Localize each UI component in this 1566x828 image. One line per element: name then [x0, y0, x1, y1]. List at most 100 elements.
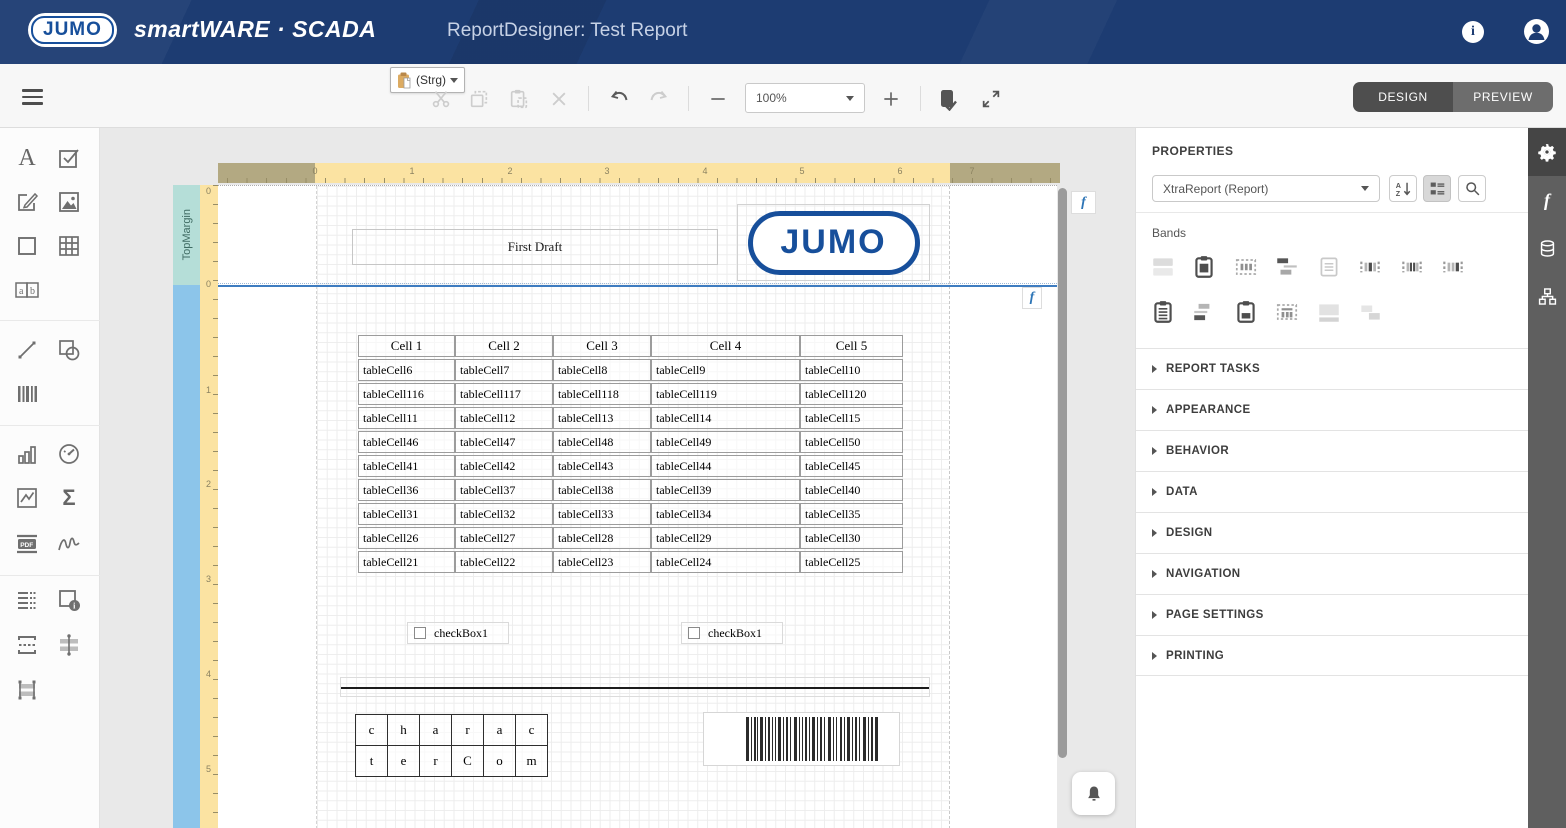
delete-button[interactable] — [546, 86, 572, 112]
table-cell[interactable]: tableCell8 — [553, 359, 651, 381]
table-cell[interactable]: tableCell117 — [455, 383, 553, 405]
field-list-tab[interactable] — [1528, 224, 1566, 272]
pdf-content-tool[interactable]: PDF — [13, 530, 41, 558]
paste-button[interactable] — [506, 86, 532, 112]
band-icon-bottom-margin[interactable] — [1315, 298, 1342, 325]
table-cell[interactable]: tableCell41 — [358, 455, 455, 477]
comb-cell[interactable]: C — [452, 746, 484, 777]
table-header-cell[interactable]: Cell 3 — [553, 335, 651, 357]
checkbox-tool[interactable] — [55, 144, 83, 172]
table-cell[interactable]: tableCell49 — [651, 431, 800, 453]
notifications-button[interactable] — [1072, 772, 1115, 815]
band-icon-detail-report-bands[interactable] — [1398, 253, 1425, 280]
section-appearance[interactable]: APPEARANCE — [1136, 389, 1529, 430]
zoom-out-button[interactable] — [705, 86, 731, 112]
comb-cell[interactable]: a — [484, 715, 516, 746]
band-icon-sub-bands[interactable] — [1273, 298, 1300, 325]
report-page[interactable]: First Draft JUMO Cell 1 Cell 2 Cell 3 Ce… — [218, 185, 1057, 828]
table-cell[interactable]: tableCell6 — [358, 359, 455, 381]
table-cell[interactable]: tableCell116 — [358, 383, 455, 405]
band-icon-detail-report-alt[interactable] — [1439, 253, 1466, 280]
table-cell[interactable]: tableCell36 — [358, 479, 455, 501]
table-cell[interactable]: tableCell119 — [651, 383, 800, 405]
checkbox-control-left[interactable]: checkBox1 — [407, 622, 509, 644]
table-cell[interactable]: tableCell40 — [800, 479, 903, 501]
table-cell[interactable]: tableCell31 — [358, 503, 455, 525]
search-button[interactable] — [1458, 175, 1486, 202]
table-cell[interactable]: tableCell34 — [651, 503, 800, 525]
preview-tab[interactable]: PREVIEW — [1453, 82, 1553, 112]
design-tab[interactable]: DESIGN — [1353, 82, 1453, 112]
band-icon-group-header[interactable] — [1232, 253, 1259, 280]
band-icon-group-bands[interactable] — [1273, 253, 1300, 280]
table-cell[interactable]: tableCell11 — [358, 407, 455, 429]
report-structure-tab[interactable] — [1528, 272, 1566, 320]
line-tool[interactable] — [13, 336, 41, 364]
comb-cell[interactable]: a — [420, 715, 452, 746]
table-header-cell[interactable]: Cell 2 — [455, 335, 553, 357]
table-cell[interactable]: tableCell46 — [358, 431, 455, 453]
band-icon-page-footer[interactable] — [1232, 298, 1259, 325]
table-cell[interactable]: tableCell28 — [553, 527, 651, 549]
section-navigation[interactable]: NAVIGATION — [1136, 553, 1529, 594]
table-cell[interactable]: tableCell22 — [455, 551, 553, 573]
expression-badge-top[interactable]: f — [1071, 191, 1096, 214]
page-break-tool[interactable] — [13, 631, 41, 659]
report-logo-picture[interactable]: JUMO — [737, 204, 930, 281]
table-cell[interactable]: tableCell23 — [553, 551, 651, 573]
report-title-label[interactable]: First Draft — [352, 229, 718, 265]
table-cell[interactable]: tableCell33 — [553, 503, 651, 525]
zoom-select[interactable]: 100% — [745, 83, 865, 113]
chart-tool[interactable] — [13, 440, 41, 468]
character-comb-control[interactable]: charac terCom — [355, 714, 548, 777]
page-info-tool[interactable]: i — [55, 586, 83, 614]
table-cell[interactable]: tableCell9 — [651, 359, 800, 381]
table-header-cell[interactable]: Cell 5 — [800, 335, 903, 357]
report-table[interactable]: Cell 1 Cell 2 Cell 3 Cell 4 Cell 5 table… — [358, 333, 903, 575]
table-cell[interactable]: tableCell39 — [651, 479, 800, 501]
table-cell[interactable]: tableCell27 — [455, 527, 553, 549]
band-divider-line[interactable] — [218, 285, 1057, 287]
table-cell[interactable]: tableCell30 — [800, 527, 903, 549]
signature-tool[interactable] — [55, 530, 83, 558]
redo-button[interactable] — [645, 86, 671, 112]
band-icon-detail-report[interactable] — [1356, 253, 1383, 280]
info-icon[interactable]: i — [1462, 21, 1484, 43]
sort-az-button[interactable]: A Z — [1389, 175, 1417, 202]
band-icon-report-header[interactable] — [1190, 253, 1217, 280]
comb-cell[interactable]: h — [388, 715, 420, 746]
comb-cell[interactable]: c — [516, 715, 548, 746]
shape-tool[interactable] — [55, 336, 83, 364]
category-view-button[interactable] — [1423, 175, 1451, 202]
comb-cell[interactable]: r — [452, 715, 484, 746]
control-selector[interactable]: XtraReport (Report) — [1152, 175, 1380, 202]
comb-cell[interactable]: r — [420, 746, 452, 777]
menu-icon[interactable] — [22, 89, 43, 105]
section-data[interactable]: DATA — [1136, 471, 1529, 512]
table-cell[interactable]: tableCell21 — [358, 551, 455, 573]
section-report-tasks[interactable]: REPORT TASKS — [1136, 348, 1529, 389]
table-tool[interactable] — [55, 232, 83, 260]
comb-cell[interactable]: m — [516, 746, 548, 777]
zoom-in-button[interactable] — [878, 86, 904, 112]
table-cell[interactable]: tableCell38 — [553, 479, 651, 501]
table-cell[interactable]: tableCell25 — [800, 551, 903, 573]
band-icon-group-footer[interactable] — [1190, 298, 1217, 325]
table-cell[interactable]: tableCell7 — [455, 359, 553, 381]
undo-button[interactable] — [607, 86, 633, 112]
fullscreen-button[interactable] — [978, 86, 1004, 112]
expressions-tab[interactable]: f — [1528, 176, 1566, 224]
validate-button[interactable] — [935, 86, 961, 112]
gauge-tool[interactable] — [55, 440, 83, 468]
expression-badge[interactable]: f — [1022, 287, 1042, 309]
picture-box-tool[interactable] — [55, 188, 83, 216]
section-behavior[interactable]: BEHAVIOR — [1136, 430, 1529, 471]
band-icon-top-margin[interactable] — [1149, 253, 1176, 280]
cross-band-box-tool[interactable] — [13, 676, 41, 704]
barcode-tool[interactable] — [13, 380, 41, 408]
copy-button[interactable] — [466, 86, 492, 112]
table-cell[interactable]: tableCell37 — [455, 479, 553, 501]
comb-cell[interactable]: c — [356, 715, 388, 746]
table-cell[interactable]: tableCell24 — [651, 551, 800, 573]
table-cell[interactable]: tableCell29 — [651, 527, 800, 549]
